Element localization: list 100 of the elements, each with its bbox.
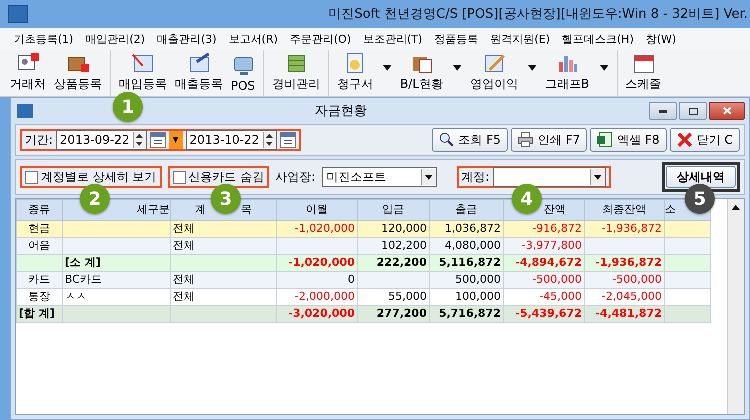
window-title: 미진Soft 천년경영C/S [POS][공사현장][내윈도우:Win 8 - 32비트] Ver. [328, 6, 749, 23]
toolbar-button[interactable]: 조회 F5 [432, 128, 508, 152]
toolbar-button[interactable]: 엑셀 F8 [590, 128, 667, 152]
toolbar-button[interactable]: B/L현황 [396, 50, 466, 96]
table-cell: -500,000 [504, 272, 584, 288]
spin-up-icon [136, 134, 144, 138]
table-cell: 통장 [16, 288, 62, 306]
table-row[interactable]: 어음 전체 102,200 4,080,000 -3,977,800 [16, 238, 710, 254]
checkbox-label: 계정별로 상세히 보기 [41, 168, 157, 186]
toolbar-button[interactable]: 영업이익 [466, 50, 542, 96]
app-logo-icon [17, 104, 33, 118]
dropdown-arrow-icon [594, 174, 602, 180]
table-cell: 100,000 [430, 288, 504, 306]
close-icon [722, 107, 732, 115]
table-row[interactable]: [합 계] -3,020,000 277,200 5,716,872 -5,439,672 -4,481,872 [16, 306, 710, 322]
minimize-icon [659, 110, 667, 112]
table-row[interactable]: [소 계] -1,020,000 222,200 5,116,872 -4,894,672 -1,936,872 [16, 254, 710, 272]
toolbar-button[interactable]: 상품등록 [50, 50, 106, 96]
business-dropdown[interactable]: 미진소프트 [322, 167, 437, 187]
menu-item[interactable]: 헬프데스크(H) [556, 32, 640, 46]
table-row[interactable]: 카드 BC카드 전체 0 500,000 -500,000 -500,000 [16, 272, 710, 288]
dropdown-arrow-icon [600, 65, 609, 71]
table-cell: 277,200 [358, 306, 430, 322]
spin-down-icon [136, 142, 144, 146]
dropdown-arrow-icon [383, 65, 392, 71]
account-label: 계정: [462, 168, 490, 186]
toolbar-button[interactable]: 매출등록 [171, 50, 227, 96]
checkbox[interactable] [25, 170, 38, 184]
toolbar-button[interactable]: 청구서 [328, 50, 396, 96]
table-row[interactable]: 현금 전체 -1,020,000 120,000 1,036,872 -916,872 -1,936,872 [16, 220, 710, 238]
range-separator-button[interactable]: ▼ [168, 131, 183, 149]
menu-item[interactable]: 정품등록 [428, 32, 485, 46]
menu-item[interactable]: 창(W) [640, 32, 682, 46]
app-logo-icon [8, 5, 28, 23]
dropdown-arrow-icon [528, 65, 538, 71]
printer-icon [518, 132, 534, 148]
table-cell: 0 [276, 272, 358, 288]
minimize-button[interactable] [649, 102, 677, 120]
table-cell: -4,481,872 [584, 306, 664, 322]
menu-item[interactable]: 보고서(R) [222, 32, 284, 46]
toolbar-button[interactable]: 인쇄 F7 [511, 128, 588, 152]
table-cell: -3,020,000 [276, 306, 358, 322]
table-cell: 5,716,872 [430, 306, 504, 322]
table-cell: 전체 [170, 272, 276, 288]
table-cell: 222,200 [358, 254, 430, 272]
table-cell: 500,000 [430, 272, 504, 288]
menu-item[interactable]: 보조관리(T) [357, 32, 429, 46]
menu-item[interactable]: 원격지원(E) [484, 32, 556, 46]
close-button[interactable] [709, 102, 745, 120]
table-cell: [합 계] [16, 306, 62, 322]
column-header: 최종잔액 [584, 200, 664, 220]
table-cell: -3,977,800 [504, 238, 584, 254]
spreadsheet-icon [597, 132, 614, 148]
column-header: 입금 [358, 200, 430, 220]
menu-item[interactable]: 매입관리(2) [80, 32, 152, 46]
table-row[interactable]: 통장 ㅅㅅ 전체 -2,000,000 55,000 100,000 -45,000 -2,045,000 [16, 288, 710, 306]
menu-item[interactable]: 매출관리(3) [151, 32, 223, 46]
table-cell: -45,000 [504, 288, 584, 306]
table-cell: -2,000,000 [276, 288, 358, 306]
table-cell: 현금 [16, 220, 62, 238]
table-cell: 5,116,872 [430, 254, 504, 272]
toolbar-button[interactable]: 닫기 C [670, 128, 740, 152]
calendar-icon [280, 132, 296, 148]
table-cell: 4,080,000 [430, 238, 504, 254]
table-cell: 120,000 [358, 220, 430, 238]
date-field[interactable]: 2013-09-22 [56, 130, 147, 150]
table-cell: -1,936,872 [584, 254, 664, 272]
table-cell: 전체 [170, 220, 276, 238]
table-cell: 전체 [170, 238, 276, 254]
table-cell: 전체 [170, 288, 276, 306]
table-cell: -916,872 [504, 220, 584, 238]
maximize-button[interactable] [679, 102, 707, 120]
table-cell: 어음 [16, 238, 62, 254]
dropdown-arrow-icon [424, 174, 433, 180]
table-cell: -1,936,872 [584, 220, 664, 238]
detail-button[interactable]: 상세내역 [666, 166, 736, 188]
toolbar-button[interactable]: POS [227, 50, 260, 96]
maximize-icon [688, 108, 698, 114]
period-label: 기간: [25, 132, 54, 148]
table-cell: 102,200 [358, 238, 430, 254]
checkbox[interactable] [172, 170, 186, 184]
calendar-icon [150, 132, 166, 148]
spin-down-icon [266, 142, 274, 146]
column-header: 출금 [430, 200, 504, 220]
menu-item[interactable]: 기초등록(1) [8, 32, 80, 46]
account-dropdown[interactable] [492, 167, 606, 187]
table-cell: [소 계] [62, 254, 170, 272]
toolbar-button[interactable]: 스케줄 [616, 50, 666, 96]
toolbar-button[interactable]: 그래프B [541, 50, 613, 96]
table-cell: 55,000 [358, 288, 430, 306]
toolbar-button[interactable]: 거래처 [6, 50, 50, 96]
scrollbar[interactable] [727, 199, 744, 414]
spin-up-icon [266, 134, 274, 138]
scroll-up-icon [732, 205, 740, 210]
menu-item[interactable]: 주문관리(O) [284, 32, 358, 46]
toolbar-button[interactable]: 경비관리 [263, 50, 324, 96]
table-cell: -5,439,672 [504, 306, 584, 322]
column-header: 이월 [276, 200, 358, 220]
table-cell: -2,045,000 [584, 288, 664, 306]
date-field[interactable]: 2013-10-22 [186, 130, 277, 150]
